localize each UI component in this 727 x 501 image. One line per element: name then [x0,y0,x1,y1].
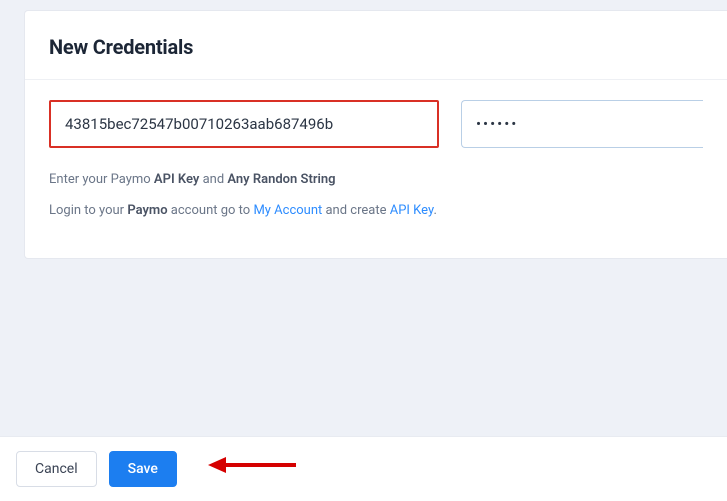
help2-pre: Login to your [49,203,127,218]
help1-api-key: API Key [154,172,199,187]
my-account-link[interactable]: My Account [253,203,322,218]
credentials-card: New Credentials Enter your Paymo API Key… [24,10,727,259]
help2-end: . [433,203,436,218]
page-title: New Credentials [49,35,703,59]
help-text-line-1: Enter your Paymo API Key and Any Randon … [49,172,703,187]
help-text-line-2: Login to your Paymo account go to My Acc… [49,203,703,218]
card-body: Enter your Paymo API Key and Any Randon … [25,80,727,258]
cancel-button[interactable]: Cancel [16,451,97,487]
help1-mid: and [199,172,227,187]
help1-pre: Enter your Paymo [49,172,154,187]
help2-paymo: Paymo [127,203,167,218]
card-header: New Credentials [25,11,727,80]
help1-random-string: Any Randon String [227,172,335,187]
api-key-input[interactable] [49,100,439,148]
save-button[interactable]: Save [109,451,177,487]
api-key-link[interactable]: API Key [390,203,434,218]
footer-bar: Cancel Save [0,436,727,501]
fields-row [49,100,703,148]
help2-mid1: account go to [168,203,254,218]
help2-mid2: and create [322,203,389,218]
password-input[interactable] [461,100,703,148]
